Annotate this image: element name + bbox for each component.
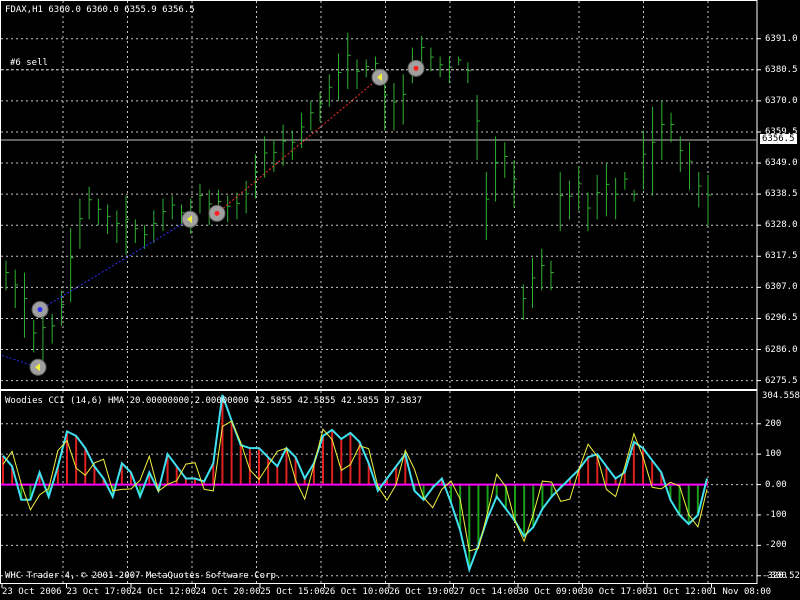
cci-tick-label: 100 [765, 449, 782, 460]
time-tick-label: 30 Oct 09:00 [518, 587, 584, 597]
time-tick-label: 24 Oct 12:00 [131, 587, 197, 597]
price-tick-label: 6286.0 [765, 344, 798, 355]
ohlc-label: 6360.0 6360.0 6355.9 6356.5 [48, 5, 195, 15]
time-tick-label: 1 Nov 08:00 [711, 587, 772, 597]
chart-canvas[interactable] [0, 0, 800, 600]
indicator-header: Woodies CCI (14,6) HMA 20.00000000,2.000… [5, 396, 423, 406]
time-tick-label: 26 Oct 19:00 [389, 587, 455, 597]
cci-tick-label: -200 [765, 540, 787, 551]
time-tick-label: 27 Oct 14:00 [453, 587, 519, 597]
time-tick-label: 30 Oct 17:00 [582, 587, 648, 597]
cci-tick-label: -300 [765, 570, 787, 581]
price-tick-label: 6359.5 [765, 126, 798, 137]
price-tick-label: 6370.0 [765, 95, 798, 106]
cci-tick-label: 0.00 [765, 479, 787, 490]
time-tick-label: 25 Oct 15:00 [260, 587, 326, 597]
trade-marker-dot [37, 307, 43, 313]
price-tick-label: 6317.5 [765, 251, 798, 262]
price-tick-label: 6307.0 [765, 282, 798, 293]
indicator-top-value: 304.5585 [762, 391, 800, 401]
time-tick-label: 23 Oct 2006 [2, 587, 62, 597]
price-tick-label: 6275.5 [765, 375, 798, 386]
price-tick-label: 6349.0 [765, 158, 798, 169]
trade-marker-dot [214, 210, 220, 216]
time-tick-label: 24 Oct 20:00 [195, 587, 261, 597]
chart-window: FDAX,H1 6360.0 6360.0 6355.9 6356.5 #6 s… [0, 0, 800, 600]
trade-connector-sell [216, 76, 381, 214]
cci-tick-label: 200 [765, 418, 782, 429]
turbo-cci-line [2, 420, 708, 552]
trade-marker-dot [413, 65, 419, 71]
trade-label: #6 sell [10, 58, 48, 68]
time-tick-label: 31 Oct 12:00 [647, 587, 713, 597]
cci-line [2, 394, 708, 574]
price-tick-label: 6391.0 [765, 33, 798, 44]
symbol-label: FDAX,H1 [5, 5, 43, 15]
time-tick-label: 26 Oct 10:00 [324, 587, 390, 597]
copyright-label: WHC Trader 4, © 2001-2007 MetaQuotes Sof… [5, 571, 282, 581]
price-tick-label: 6338.5 [765, 189, 798, 200]
cci-tick-label: -100 [765, 509, 787, 520]
price-tick-label: 6328.0 [765, 220, 798, 231]
price-tick-label: 6380.5 [765, 64, 798, 75]
price-tick-label: 6296.5 [765, 313, 798, 324]
time-tick-label: 23 Oct 17:00 [66, 587, 132, 597]
chart-header: FDAX,H1 6360.0 6360.0 6355.9 6356.5 [5, 5, 195, 15]
